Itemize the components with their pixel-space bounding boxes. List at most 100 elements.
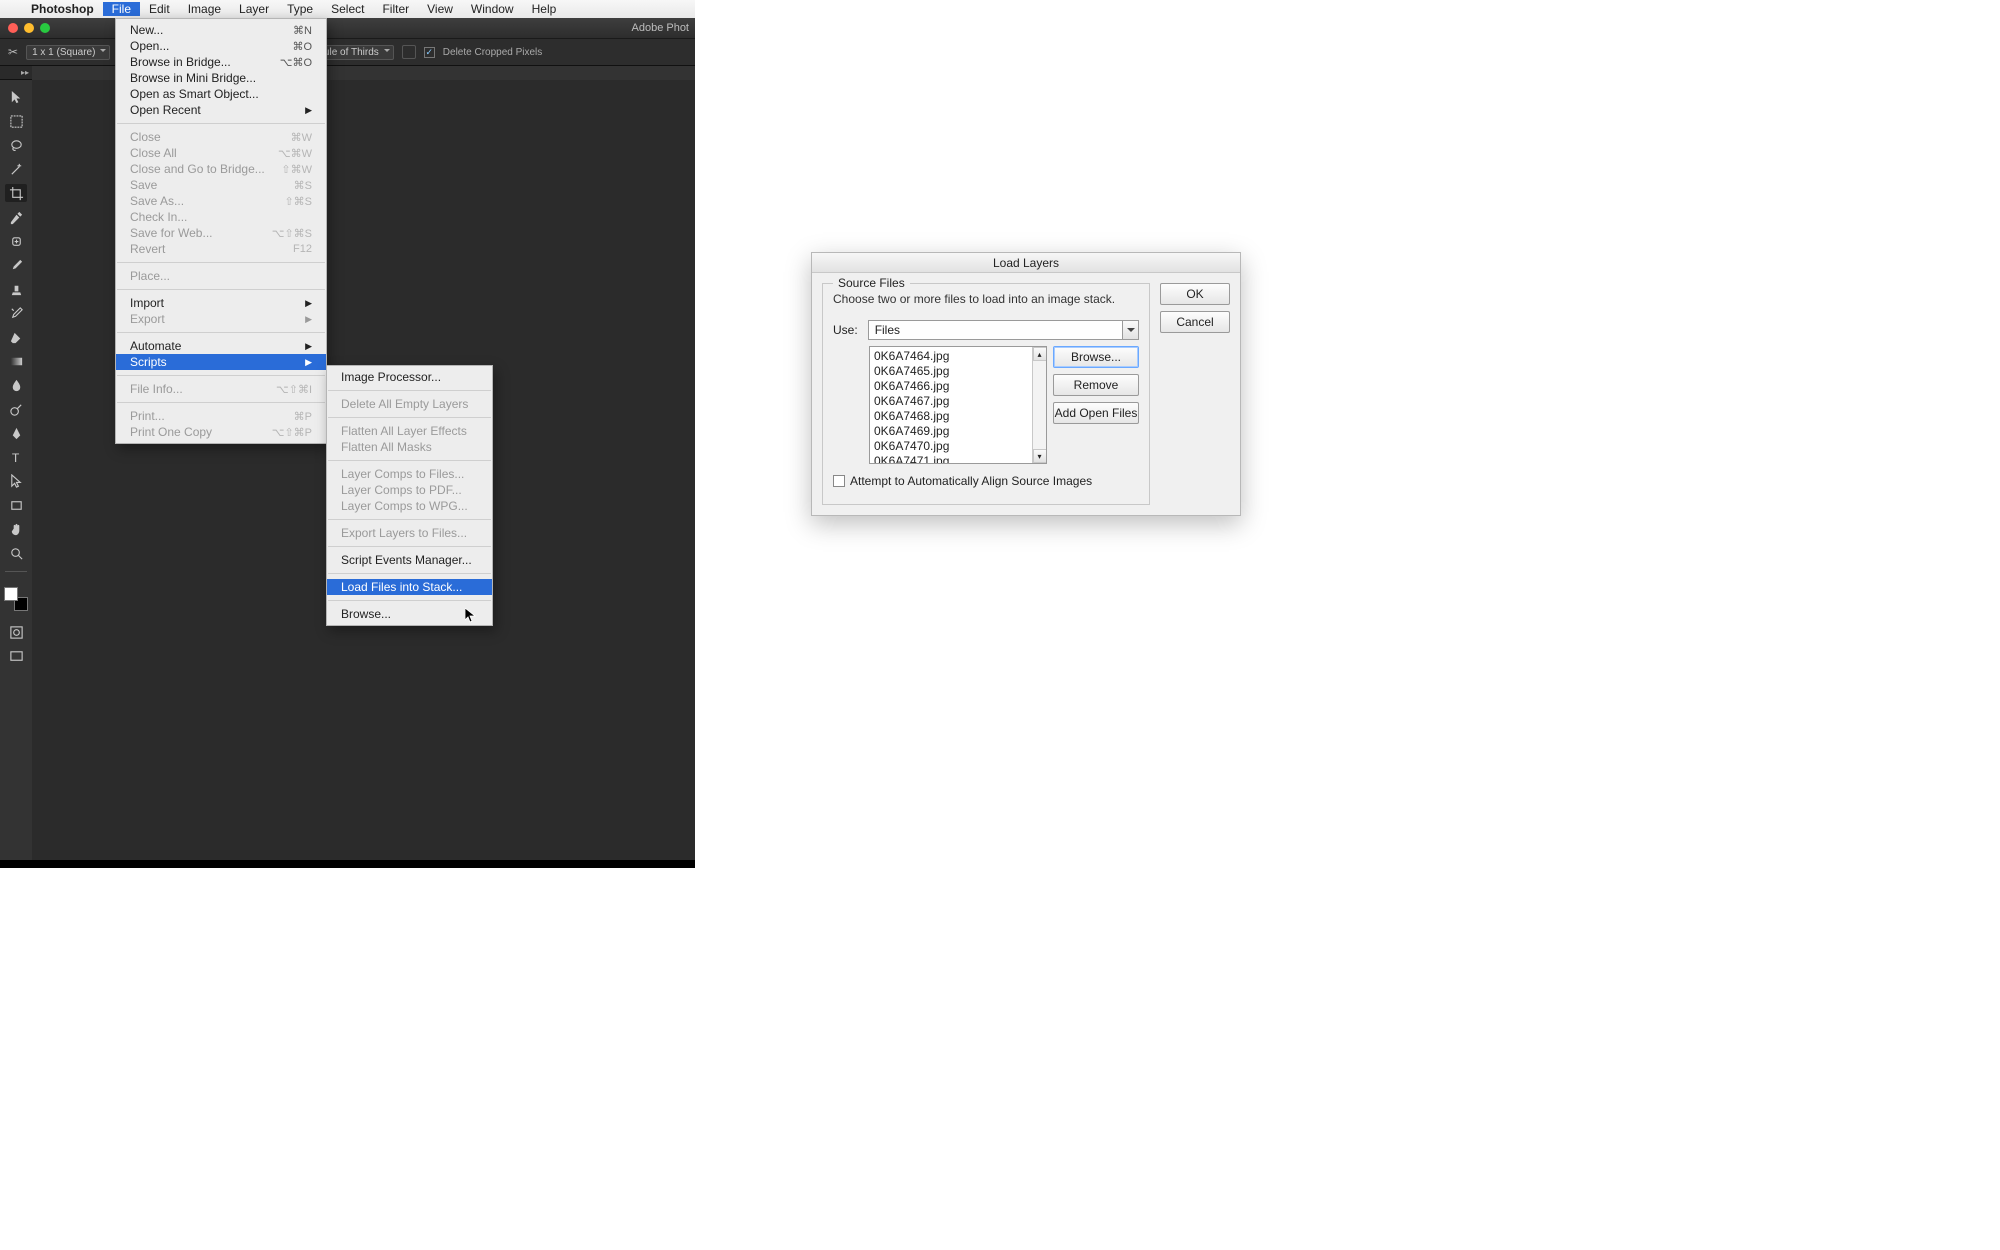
panel-collapse-strip[interactable]: ▸▸ [0,66,32,80]
healing-brush-tool[interactable] [5,232,27,250]
scroll-down-button[interactable]: ▾ [1033,449,1047,463]
ok-button[interactable]: OK [1160,283,1230,305]
file-list-item[interactable]: 0K6A7465.jpg [874,364,1028,379]
file-list-item[interactable]: 0K6A7470.jpg [874,439,1028,454]
remove-button[interactable]: Remove [1053,374,1139,396]
aspect-ratio-dropdown[interactable]: 1 x 1 (Square) [26,45,110,60]
menu-layer[interactable]: Layer [230,2,278,16]
auto-align-checkbox[interactable] [833,475,845,487]
file-menu-separator [117,262,325,263]
file-menu-item-save-as: Save As...⇧⌘S [116,193,326,209]
file-menu-item-new[interactable]: New...⌘N [116,22,326,38]
dodge-tool[interactable] [5,400,27,418]
use-dropdown-button[interactable] [1123,320,1139,340]
menu-file[interactable]: File [103,2,140,16]
history-brush-tool[interactable] [5,304,27,322]
menu-shortcut: ⌥⇧⌘P [272,426,312,439]
file-menu-item-browse-in-bridge[interactable]: Browse in Bridge...⌥⌘O [116,54,326,70]
file-list-item[interactable]: 0K6A7469.jpg [874,424,1028,439]
scripts-menu-item-flatten-all-layer-effects: Flatten All Layer Effects [327,423,492,439]
file-list-item[interactable]: 0K6A7466.jpg [874,379,1028,394]
clone-stamp-tool[interactable] [5,280,27,298]
scripts-menu-item-load-files-into-stack[interactable]: Load Files into Stack... [327,579,492,595]
file-list-item[interactable]: 0K6A7464.jpg [874,349,1028,364]
menu-item-label: Flatten All Masks [341,440,432,454]
marquee-tool[interactable] [5,112,27,130]
menu-item-label: Layer Comps to WPG... [341,499,468,513]
scripts-menu-item-browse[interactable]: Browse... [327,606,492,622]
file-list-scrollbar[interactable]: ▴ ▾ [1032,347,1046,463]
blur-tool[interactable] [5,376,27,394]
file-list-item[interactable]: 0K6A7468.jpg [874,409,1028,424]
color-swatches[interactable] [4,587,28,611]
file-menu-item-place: Place... [116,268,326,284]
quick-mask-toggle[interactable] [5,623,27,641]
menu-window[interactable]: Window [462,2,523,16]
file-menu-item-browse-in-mini-bridge[interactable]: Browse in Mini Bridge... [116,70,326,86]
path-selection-tool[interactable] [5,472,27,490]
file-menu-item-scripts[interactable]: Scripts▶ [116,354,326,370]
brush-tool[interactable] [5,256,27,274]
lasso-tool[interactable] [5,136,27,154]
zoom-window-button[interactable] [40,23,50,33]
crop-tool[interactable] [5,184,27,202]
file-list[interactable]: 0K6A7464.jpg0K6A7465.jpg0K6A7466.jpg0K6A… [869,346,1047,464]
menu-help[interactable]: Help [523,2,566,16]
file-menu-item-close-all: Close All⌥⌘W [116,145,326,161]
fieldset-legend: Source Files [833,276,910,290]
add-open-files-button[interactable]: Add Open Files [1053,402,1139,424]
screen-mode-button[interactable] [5,647,27,665]
eraser-tool[interactable] [5,328,27,346]
file-list-item[interactable]: 0K6A7467.jpg [874,394,1028,409]
scripts-menu-item-layer-comps-to-wpg: Layer Comps to WPG... [327,498,492,514]
menu-item-label: Save As... [130,194,184,208]
menu-item-label: Print One Copy [130,425,212,439]
scripts-menu-separator [328,417,491,418]
submenu-arrow-icon: ▶ [305,314,312,325]
scripts-menu-item-script-events-manager[interactable]: Script Events Manager... [327,552,492,568]
menu-item-label: Close and Go to Bridge... [130,162,265,176]
file-menu-item-automate[interactable]: Automate▶ [116,338,326,354]
gradient-tool[interactable] [5,352,27,370]
move-tool[interactable] [5,88,27,106]
submenu-arrow-icon: ▶ [305,357,312,368]
file-menu-item-open-recent[interactable]: Open Recent▶ [116,102,326,118]
menu-item-label: Layer Comps to PDF... [341,483,462,497]
file-list-item[interactable]: 0K6A7471.jpg [874,454,1028,464]
eyedropper-tool[interactable] [5,208,27,226]
menu-item-label: Delete All Empty Layers [341,397,468,411]
browse-button[interactable]: Browse... [1053,346,1139,368]
cancel-button[interactable]: Cancel [1160,311,1230,333]
app-name[interactable]: Photoshop [22,2,103,16]
use-dropdown[interactable]: Files [868,320,1123,340]
menu-type[interactable]: Type [278,2,322,16]
menu-item-label: Open Recent [130,103,201,117]
scroll-up-button[interactable]: ▴ [1033,347,1047,361]
minimize-window-button[interactable] [24,23,34,33]
menu-select[interactable]: Select [322,2,373,16]
close-window-button[interactable] [8,23,18,33]
menu-image[interactable]: Image [179,2,230,16]
scripts-menu-item-image-processor[interactable]: Image Processor... [327,369,492,385]
crop-tool-icon: ✂ [8,45,18,59]
menu-item-label: Revert [130,242,165,256]
menu-item-label: Load Files into Stack... [341,580,462,594]
pen-tool[interactable] [5,424,27,442]
menu-view[interactable]: View [418,2,462,16]
menu-edit[interactable]: Edit [140,2,179,16]
rectangle-tool[interactable] [5,496,27,514]
file-menu-item-print: Print...⌘P [116,408,326,424]
file-menu-item-open[interactable]: Open...⌘O [116,38,326,54]
menu-filter[interactable]: Filter [373,2,418,16]
delete-cropped-checkbox[interactable]: ✓ [424,47,435,58]
menu-item-label: Image Processor... [341,370,441,384]
options-bar: ✂ 1 x 1 (Square) ⇄ Straighten View: Rule… [0,38,695,66]
crop-options-icon[interactable] [402,45,416,59]
hand-tool[interactable] [5,520,27,538]
magic-wand-tool[interactable] [5,160,27,178]
zoom-tool[interactable] [5,544,27,562]
menu-item-label: Layer Comps to Files... [341,467,464,481]
file-menu-item-open-as-smart-object[interactable]: Open as Smart Object... [116,86,326,102]
type-tool[interactable]: T [5,448,27,466]
file-menu-item-import[interactable]: Import▶ [116,295,326,311]
